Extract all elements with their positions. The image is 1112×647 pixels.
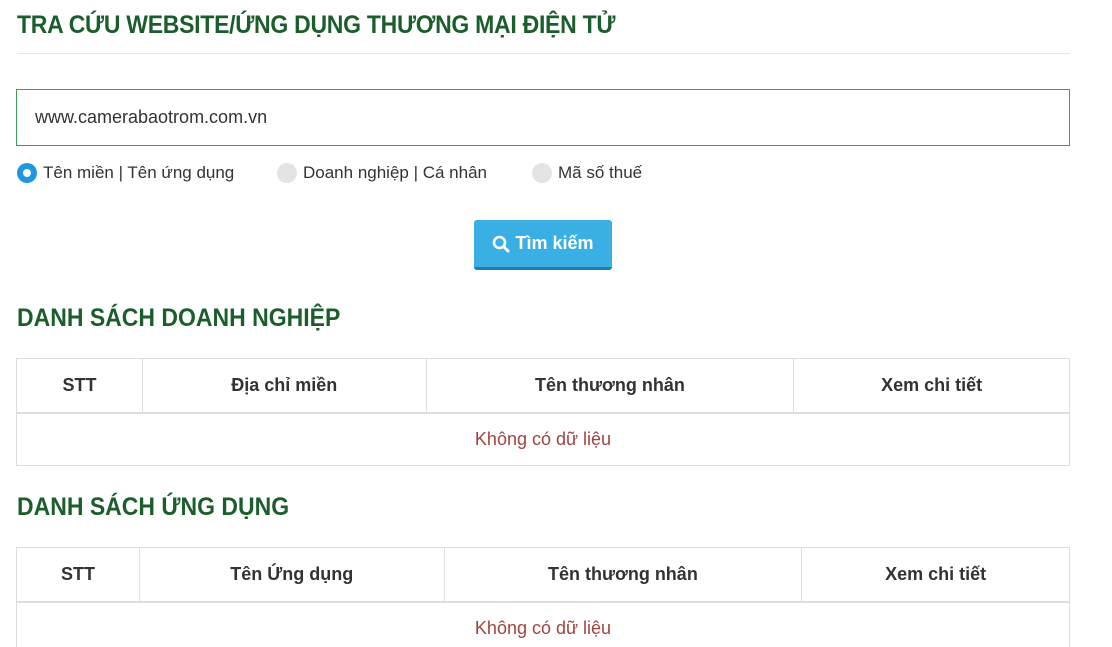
radio-checked-icon[interactable]	[17, 163, 37, 183]
table-header-row: STT Địa chỉ miền Tên thương nhân Xem chi…	[16, 358, 1070, 414]
business-table: STT Địa chỉ miền Tên thương nhân Xem chi…	[16, 358, 1070, 466]
page-title: TRA CỨU WEBSITE/ỨNG DỤNG THƯƠNG MẠI ĐIỆN…	[17, 11, 616, 39]
app-table: STT Tên Ứng dụng Tên thương nhân Xem chi…	[16, 547, 1070, 647]
radio-tax-code[interactable]: Mã số thuế	[532, 163, 642, 183]
title-divider	[17, 53, 1070, 54]
column-header: Địa chỉ miền	[141, 358, 427, 414]
radio-label: Tên miền | Tên ứng dụng	[43, 163, 235, 182]
empty-message: Không có dữ liệu	[16, 412, 1070, 466]
empty-message: Không có dữ liệu	[16, 601, 1070, 647]
radio-business-individual[interactable]: Doanh nghiệp | Cá nhân	[277, 163, 487, 183]
table-row: Không có dữ liệu	[16, 412, 1070, 466]
radio-label: Doanh nghiệp | Cá nhân	[303, 163, 488, 182]
column-header: Tên thương nhân	[425, 358, 795, 414]
radio-unchecked-icon[interactable]	[277, 163, 297, 183]
column-header: Tên Ứng dụng	[138, 547, 445, 603]
search-button-label: Tìm kiếm	[515, 233, 594, 253]
radio-unchecked-icon[interactable]	[532, 163, 552, 183]
app-list-title: DANH SÁCH ỨNG DỤNG	[17, 493, 290, 521]
column-header: Xem chi tiết	[801, 547, 1070, 603]
column-header: STT	[16, 358, 143, 414]
radio-domain-app[interactable]: Tên miền | Tên ứng dụng	[17, 163, 234, 183]
column-header: STT	[16, 547, 140, 603]
column-header: Xem chi tiết	[793, 358, 1070, 414]
table-header-row: STT Tên Ứng dụng Tên thương nhân Xem chi…	[16, 547, 1070, 603]
search-icon	[493, 235, 510, 252]
table-row: Không có dữ liệu	[16, 601, 1070, 647]
radio-label: Mã số thuế	[558, 163, 643, 182]
business-list-title: DANH SÁCH DOANH NGHIỆP	[17, 304, 341, 332]
search-type-options: Tên miền | Tên ứng dụng Doanh nghiệp | C…	[17, 163, 1070, 187]
search-button[interactable]: Tìm kiếm	[474, 220, 612, 270]
column-header: Tên thương nhân	[443, 547, 803, 603]
search-input[interactable]	[16, 89, 1070, 146]
